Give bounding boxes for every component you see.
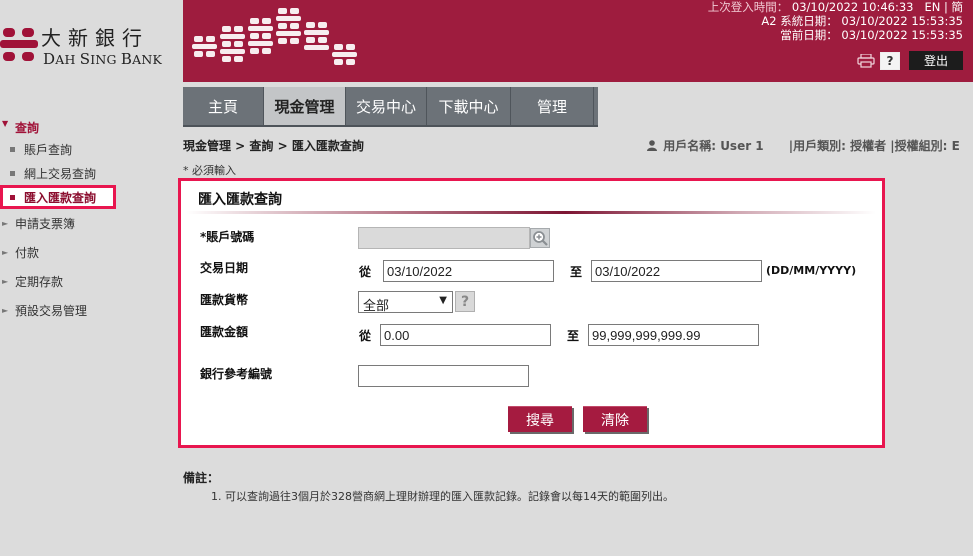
tab-cash-management[interactable]: 現金管理 bbox=[264, 87, 346, 125]
logout-button[interactable]: 登出 bbox=[909, 51, 963, 70]
currency-label: 匯款貨幣 bbox=[200, 293, 249, 307]
a2-date-value: 03/10/2022 15:53:35 bbox=[841, 14, 963, 28]
current-date-row: 當前日期： 03/10/2022 15:53:35 bbox=[708, 28, 963, 42]
lang-cn-link[interactable]: 簡 bbox=[952, 0, 964, 14]
bullet-icon bbox=[10, 146, 15, 152]
title-divider bbox=[186, 211, 876, 214]
amount-to-label: 至 bbox=[567, 329, 580, 343]
currency-select[interactable]: 全部 ▼ bbox=[358, 291, 453, 314]
last-login-label: 上次登入時間： bbox=[707, 0, 789, 14]
last-login-row: 上次登入時間： 03/10/2022 10:46:33 EN | 簡 bbox=[708, 0, 963, 14]
bullet-icon bbox=[10, 194, 15, 200]
date-format-hint: (DD/MM/YYYY) bbox=[766, 264, 857, 277]
sidebar-item-label: 預設交易管理 bbox=[15, 304, 88, 318]
search-button[interactable]: 搜尋 bbox=[508, 406, 572, 432]
bank-name-cn: 大新銀行 bbox=[41, 26, 149, 50]
a2-date-label: A2 系統日期： bbox=[761, 14, 838, 28]
triangle-right-icon: ► bbox=[2, 219, 9, 228]
user-icon bbox=[647, 140, 657, 151]
sidebar-item-time-deposit[interactable]: ► 定期存款 bbox=[0, 267, 183, 296]
print-icon[interactable] bbox=[857, 53, 875, 68]
triangle-right-icon: ► bbox=[2, 306, 9, 315]
main-nav: 主頁 現金管理 交易中心 下載中心 管理 bbox=[183, 87, 598, 127]
user-category: |用戶類別: 授權者 |授權組別: E bbox=[788, 139, 960, 153]
bank-logo[interactable]: 大新銀行 DAH SING BANK bbox=[0, 22, 170, 72]
date-from-label: 從 bbox=[359, 265, 372, 279]
current-date-value: 03/10/2022 15:53:35 bbox=[841, 28, 963, 42]
sidebar-item-cheque-book[interactable]: ► 申請支票簿 bbox=[0, 209, 183, 238]
sidebar-item-account-enquiry[interactable]: 賬戶查詢 bbox=[0, 137, 183, 161]
sidebar-item-label: 申請支票簿 bbox=[15, 217, 76, 231]
amount-to-field[interactable]: 99,999,999,999.99 bbox=[588, 324, 759, 346]
bank-ref-field[interactable] bbox=[358, 365, 529, 387]
currency-help-icon[interactable]: ? bbox=[455, 291, 475, 312]
sidebar-item-label: 網上交易查詢 bbox=[24, 166, 97, 181]
last-login-value: 03/10/2022 10:46:33 bbox=[791, 0, 914, 14]
lang-en-link[interactable]: EN bbox=[924, 0, 940, 14]
side-nav: ▼ 查詢 賬戶查詢 網上交易查詢 匯入匯款查詢 ► 申請支票簿 ► 付款 ► 定… bbox=[0, 119, 183, 325]
form-title: 匯入匯款查詢 bbox=[198, 192, 282, 208]
sidebar-item-payment[interactable]: ► 付款 bbox=[0, 238, 183, 267]
username-label: 用戶名稱: bbox=[663, 139, 716, 153]
sidebar-item-inward-remittance-enquiry[interactable]: 匯入匯款查詢 bbox=[0, 185, 116, 209]
sidebar-item-query[interactable]: ▼ 查詢 bbox=[0, 119, 183, 137]
currency-selected-value: 全部 bbox=[363, 299, 390, 314]
dropdown-arrow-icon: ▼ bbox=[439, 295, 447, 306]
account-search-button[interactable] bbox=[530, 228, 550, 248]
bank-ref-label: 銀行參考編號 bbox=[200, 367, 273, 381]
remarks-item: 1. 可以查詢過往3個月於328營商網上理財辦理的匯入匯款記錄。記錄會以每14天… bbox=[211, 490, 674, 503]
account-label: *賬戶號碼 bbox=[200, 230, 255, 244]
current-date-label: 當前日期： bbox=[780, 28, 838, 42]
brand-pattern-icon bbox=[192, 8, 357, 65]
tab-download-centre[interactable]: 下載中心 bbox=[427, 87, 511, 125]
dah-sing-logo-icon bbox=[0, 28, 38, 61]
sidebar-item-label: 賬戶查詢 bbox=[24, 142, 73, 157]
date-to-label: 至 bbox=[570, 265, 583, 279]
date-from-field[interactable]: 03/10/2022 bbox=[383, 260, 554, 282]
date-label: 交易日期 bbox=[200, 261, 249, 275]
triangle-right-icon: ► bbox=[2, 248, 9, 257]
breadcrumb: 現金管理 > 查詢 > 匯入匯款查詢 bbox=[183, 139, 364, 153]
sidebar: 大新銀行 DAH SING BANK ▼ 查詢 賬戶查詢 網上交易查詢 匯入匯款… bbox=[0, 0, 183, 556]
sidebar-item-online-txn-enquiry[interactable]: 網上交易查詢 bbox=[0, 161, 183, 185]
inward-remittance-form: 匯入匯款查詢 *賬戶號碼 交易日期 從 03/10/2022 至 03/10/2… bbox=[178, 178, 885, 448]
account-field[interactable] bbox=[358, 227, 530, 249]
triangle-down-icon: ▼ bbox=[2, 119, 9, 128]
remarks-title: 備註： bbox=[183, 471, 220, 485]
amount-label: 匯款金額 bbox=[200, 325, 249, 339]
tab-admin[interactable]: 管理 bbox=[511, 87, 594, 125]
help-button[interactable]: ? bbox=[880, 51, 900, 70]
user-info: 用戶名稱: User 1 |用戶類別: 授權者 |授權組別: E bbox=[647, 137, 960, 154]
header-tools: ? 登出 bbox=[857, 51, 963, 70]
sidebar-item-label: 付款 bbox=[15, 246, 40, 260]
date-to-field[interactable]: 03/10/2022 bbox=[591, 260, 762, 282]
sidebar-item-label: 匯入匯款查詢 bbox=[24, 190, 97, 205]
lang-separator: | bbox=[943, 0, 948, 14]
bank-name-en: DAH SING BANK bbox=[43, 50, 163, 68]
bullet-icon bbox=[10, 170, 15, 176]
zoom-in-icon bbox=[533, 231, 548, 246]
username-value: User 1 bbox=[720, 139, 764, 153]
login-info: 上次登入時間： 03/10/2022 10:46:33 EN | 簡 A2 系統… bbox=[708, 0, 963, 42]
tab-home[interactable]: 主頁 bbox=[183, 87, 264, 125]
amount-from-field[interactable]: 0.00 bbox=[380, 324, 551, 346]
tab-transaction-centre[interactable]: 交易中心 bbox=[346, 87, 427, 125]
triangle-right-icon: ► bbox=[2, 277, 9, 286]
page-header: 上次登入時間： 03/10/2022 10:46:33 EN | 簡 A2 系統… bbox=[183, 0, 973, 82]
sidebar-item-preset-txn[interactable]: ► 預設交易管理 bbox=[0, 296, 183, 325]
sidebar-item-label: 查詢 bbox=[15, 121, 40, 135]
sidebar-item-label: 定期存款 bbox=[15, 275, 64, 289]
required-note: * 必須輸入 bbox=[183, 164, 236, 177]
a2-date-row: A2 系統日期： 03/10/2022 15:53:35 bbox=[708, 14, 963, 28]
amount-from-label: 從 bbox=[359, 329, 372, 343]
clear-button[interactable]: 清除 bbox=[583, 406, 647, 432]
